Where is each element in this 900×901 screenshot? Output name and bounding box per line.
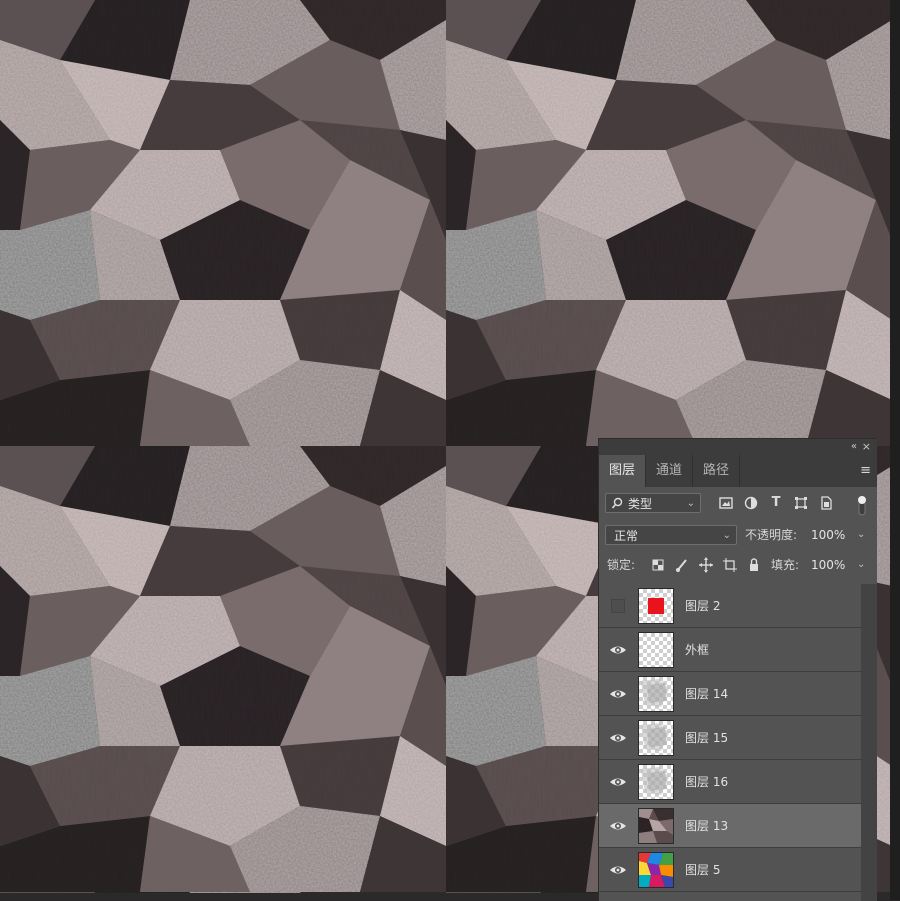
layer-row[interactable]: 图层 16 bbox=[599, 760, 861, 804]
layer-thumbnail[interactable] bbox=[638, 588, 674, 624]
fill-chevron-icon[interactable]: ⌄ bbox=[857, 555, 865, 575]
filter-kind-select[interactable]: 类型 ⌄ bbox=[605, 493, 701, 513]
layer-thumbnail[interactable] bbox=[638, 808, 674, 844]
blend-mode-label: 正常 bbox=[614, 529, 639, 543]
lock-artboard-icon[interactable] bbox=[721, 555, 739, 582]
layer-name[interactable]: 图层 14 bbox=[685, 684, 728, 704]
layer-name[interactable]: 图层 16 bbox=[685, 772, 728, 792]
eye-icon[interactable] bbox=[609, 685, 627, 703]
layer-row[interactable]: 图层 2 bbox=[599, 584, 861, 628]
eye-icon[interactable] bbox=[609, 817, 627, 835]
layer-list-scrollbar[interactable] bbox=[861, 584, 877, 901]
eye-icon[interactable] bbox=[609, 861, 627, 879]
filter-kind-label: 类型 bbox=[628, 497, 653, 511]
lock-all-icon[interactable] bbox=[745, 555, 763, 582]
layer-row[interactable]: 图层 15 bbox=[599, 716, 861, 760]
lock-row: 锁定: 填充: 100% ⌄ bbox=[599, 555, 877, 579]
layer-list: 图层 2 外框图层 14 图层 15 图层 16 图层 13 图层 5 bbox=[599, 584, 861, 901]
tab-paths[interactable]: 路径 bbox=[693, 455, 741, 487]
collapse-icon[interactable]: « bbox=[851, 440, 857, 454]
lock-label: 锁定: bbox=[607, 558, 636, 572]
chevron-down-icon: ⌄ bbox=[722, 530, 731, 541]
filter-row: 类型 ⌄ T bbox=[599, 493, 877, 517]
layer-name[interactable]: 图层 15 bbox=[685, 728, 728, 748]
opacity-chevron-icon[interactable]: ⌄ bbox=[857, 525, 865, 545]
filter-adjustment-icon[interactable] bbox=[742, 493, 760, 520]
panel-tabs: 图层 通道 路径 ≡ bbox=[599, 455, 877, 487]
search-icon bbox=[611, 494, 623, 520]
layer-row[interactable]: 图层 14 bbox=[599, 672, 861, 716]
layer-row[interactable]: 图层 13 bbox=[599, 804, 861, 848]
layer-thumbnail[interactable] bbox=[638, 720, 674, 756]
blend-mode-select[interactable]: 正常 ⌄ bbox=[605, 525, 737, 545]
filter-pixel-icon[interactable] bbox=[717, 493, 735, 520]
layer-thumbnail[interactable] bbox=[638, 632, 674, 668]
filter-shape-icon[interactable] bbox=[792, 493, 810, 520]
tab-layers[interactable]: 图层 bbox=[599, 455, 647, 487]
filter-toggle-icon[interactable] bbox=[857, 495, 867, 521]
opacity-label: 不透明度: bbox=[745, 528, 798, 542]
layer-name[interactable]: 图层 2 bbox=[685, 596, 720, 616]
tab-channels[interactable]: 通道 bbox=[646, 455, 694, 487]
layer-thumbnail[interactable] bbox=[638, 764, 674, 800]
lock-transparent-icon[interactable] bbox=[649, 555, 667, 582]
layers-panel: « × 图层 通道 路径 ≡ 类型 ⌄ T 正常 ⌄ 不透明度: 100% ⌄ … bbox=[598, 438, 877, 901]
canvas-vertical-scrollbar[interactable] bbox=[890, 0, 900, 900]
layer-row[interactable]: 图层 5 bbox=[599, 848, 861, 892]
layer-thumbnail[interactable] bbox=[638, 852, 674, 888]
filter-type-icon[interactable]: T bbox=[767, 493, 785, 513]
panel-title-bar: « × bbox=[599, 439, 877, 455]
close-icon[interactable]: × bbox=[862, 440, 871, 454]
panel-menu-icon[interactable]: ≡ bbox=[860, 463, 871, 478]
eye-icon[interactable] bbox=[609, 773, 627, 791]
layer-name[interactable]: 外框 bbox=[685, 640, 709, 660]
fill-label: 填充: bbox=[771, 558, 800, 572]
layer-name[interactable]: 图层 5 bbox=[685, 860, 720, 880]
chevron-down-icon: ⌄ bbox=[686, 498, 695, 509]
layer-name[interactable]: 图层 13 bbox=[685, 816, 728, 836]
lock-pixels-icon[interactable] bbox=[673, 555, 691, 582]
filter-smart-object-icon[interactable] bbox=[817, 493, 835, 520]
layer-row[interactable]: 外框 bbox=[599, 628, 861, 672]
eye-icon[interactable] bbox=[609, 641, 627, 659]
lock-position-icon[interactable] bbox=[697, 555, 715, 582]
eye-icon[interactable] bbox=[609, 729, 627, 747]
blend-row: 正常 ⌄ 不透明度: 100% ⌄ bbox=[599, 525, 877, 549]
opacity-input[interactable]: 100% bbox=[811, 525, 845, 545]
visibility-toggle[interactable] bbox=[611, 599, 625, 613]
layer-thumbnail[interactable] bbox=[638, 676, 674, 712]
fill-input[interactable]: 100% bbox=[811, 555, 845, 575]
